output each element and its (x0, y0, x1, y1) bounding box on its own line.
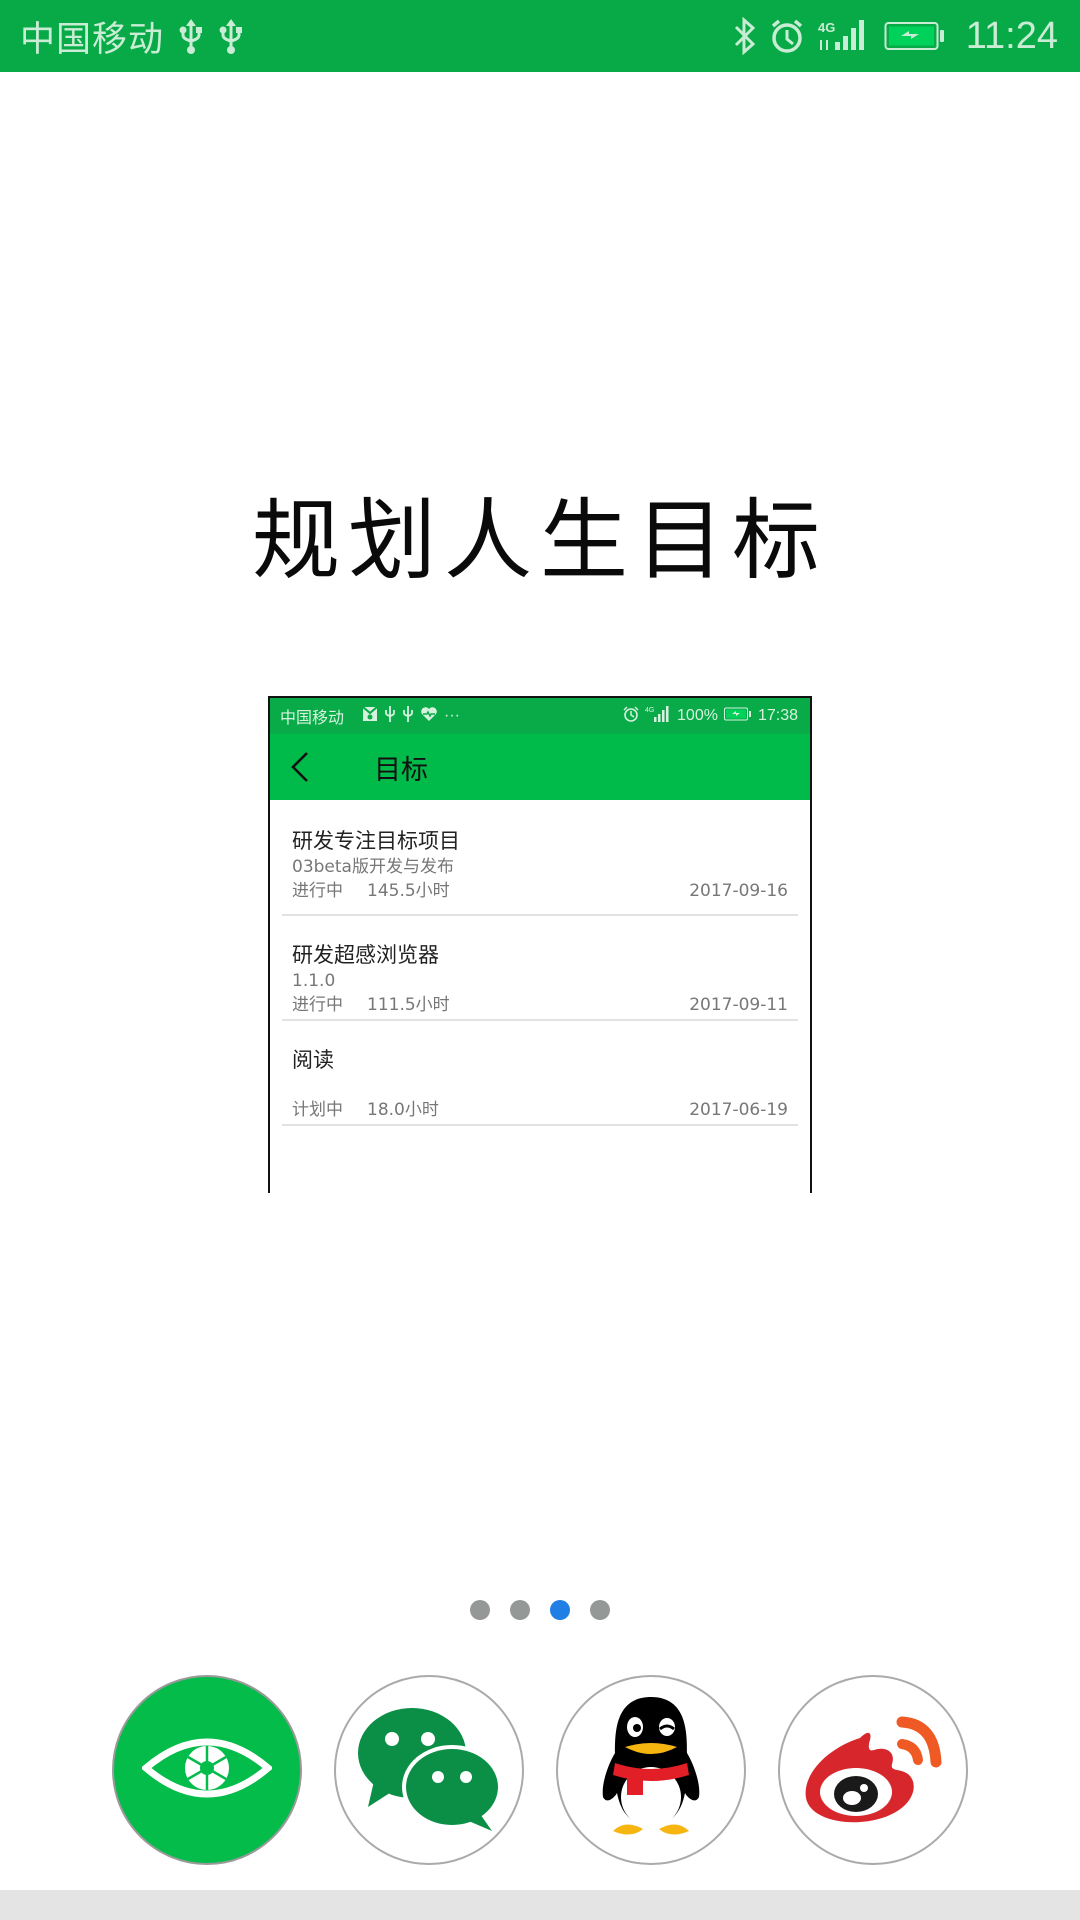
preview-screen-title: 目标 (374, 754, 428, 786)
goal-list-item[interactable]: 研发专注目标项目 03beta版开发与发布 进行中 145.5小时 2017-09… (282, 800, 798, 916)
goal-subtitle: 1.1.0 (292, 971, 336, 991)
page-dot[interactable] (470, 1600, 490, 1620)
goal-subtitle (292, 1075, 788, 1097)
goal-date: 2017-06-19 (689, 1100, 788, 1120)
share-buttons (0, 1675, 1080, 1865)
goal-subtitle: 03beta版开发与发布 (292, 857, 454, 877)
app-preview-screenshot: 中国移动 ··· 4G 100% 17:38 目标 研发专注目标项目 03bet… (268, 696, 812, 1193)
signal-4g-icon: 4G (818, 18, 870, 54)
eye-aperture-icon (140, 1728, 274, 1813)
svg-text:4G: 4G (818, 20, 835, 35)
goal-name: 研发专注目标项目 (292, 829, 460, 853)
page-dot[interactable] (510, 1600, 530, 1620)
preview-clock: 17:38 (757, 707, 798, 724)
preview-app-bar: 目标 (270, 734, 810, 800)
alarm-icon (770, 18, 804, 54)
status-bar: 中国移动 4G 11:24 (0, 0, 1080, 72)
status-clock: 11:24 (965, 14, 1058, 57)
page-indicator (0, 1600, 1080, 1620)
status-bar-left: 中国移动 (20, 11, 244, 62)
page-headline: 规划人生目标 (251, 489, 828, 592)
weibo-button[interactable] (778, 1675, 968, 1865)
app-eye-button[interactable] (112, 1675, 302, 1865)
svg-text:4G: 4G (645, 707, 654, 714)
goal-status: 进行中 (292, 995, 343, 1015)
goal-list-item[interactable]: 研发超感浏览器 1.1.0 进行中 111.5小时 2017-09-11 (282, 916, 798, 1021)
usb-icon (218, 18, 244, 54)
usb-icon (178, 18, 204, 54)
bluetooth-icon (734, 17, 756, 55)
battery-percent: 100% (677, 707, 718, 724)
goal-hours: 18.0小时 (367, 1100, 439, 1120)
preview-carrier: 中国移动 (280, 708, 345, 727)
goal-status: 进行中 (292, 881, 343, 901)
notification-icon (362, 705, 378, 727)
goal-status: 计划中 (292, 1100, 343, 1120)
goal-hours: 111.5小时 (367, 995, 450, 1015)
usb-icon (384, 705, 396, 728)
goal-date: 2017-09-16 (689, 881, 788, 901)
goal-list-item[interactable]: 阅读 计划中 18.0小时 2017-06-19 (282, 1021, 798, 1126)
usb-icon (402, 705, 414, 728)
weibo-icon (798, 1708, 948, 1833)
status-bar-right: 4G 11:24 (734, 15, 1058, 58)
battery-charging-icon (723, 707, 752, 726)
qq-penguin-icon (591, 1693, 711, 1848)
goal-list: 研发专注目标项目 03beta版开发与发布 进行中 145.5小时 2017-09… (270, 800, 810, 1126)
carrier-name: 中国移动 (20, 19, 165, 60)
wechat-button[interactable] (334, 1675, 524, 1865)
page-dot-active[interactable] (550, 1600, 570, 1620)
more-icon: ··· (444, 707, 460, 724)
goal-name: 研发超感浏览器 (292, 943, 439, 967)
preview-status-bar: 中国移动 ··· 4G 100% 17:38 (270, 698, 810, 734)
signal-4g-icon: 4G (645, 705, 671, 728)
alarm-icon (623, 705, 639, 727)
goal-name: 阅读 (292, 1048, 334, 1072)
navigation-bar (0, 1890, 1080, 1920)
goal-date: 2017-09-11 (689, 995, 788, 1015)
qq-button[interactable] (556, 1675, 746, 1865)
goal-hours: 145.5小时 (367, 881, 450, 901)
back-arrow-icon[interactable] (290, 750, 320, 784)
health-icon (420, 706, 438, 727)
battery-charging-icon (884, 21, 946, 51)
page-dot[interactable] (590, 1600, 610, 1620)
wechat-icon (354, 1703, 504, 1838)
